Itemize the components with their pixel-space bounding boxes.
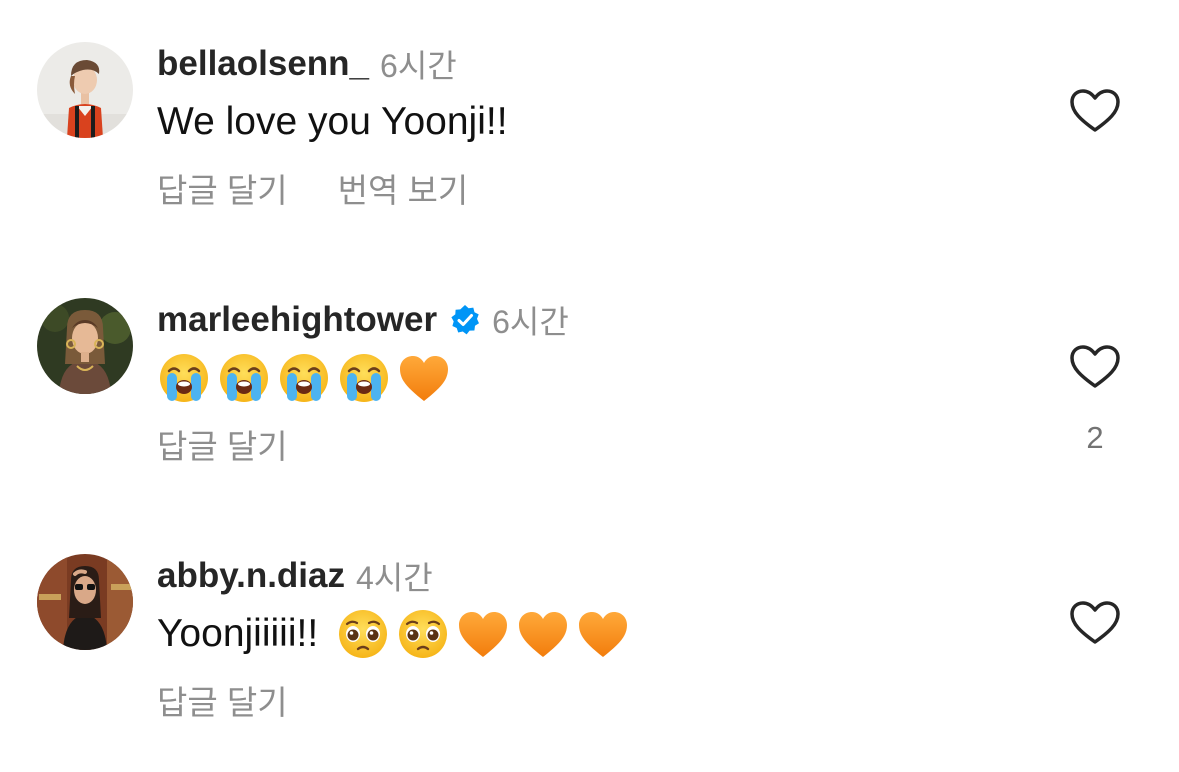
loudly-crying-face-icon: [337, 351, 391, 405]
avatar[interactable]: [37, 554, 133, 650]
heart-icon[interactable]: [1069, 88, 1121, 134]
orange-heart-icon: [516, 607, 570, 661]
loudly-crying-face-icon: [157, 351, 211, 405]
reply-button[interactable]: 답글 달기: [157, 676, 288, 724]
orange-heart-icon: [576, 607, 630, 661]
username[interactable]: abby.n.diaz: [157, 556, 345, 596]
pleading-face-icon: [396, 607, 450, 661]
pleading-face-icon: [336, 607, 390, 661]
comment-time: 4시간: [356, 560, 433, 596]
reply-button[interactable]: 답글 달기: [157, 164, 288, 212]
reply-button[interactable]: 답글 달기: [157, 420, 288, 468]
username[interactable]: bellaolsenn_: [157, 44, 369, 84]
verified-badge-icon: [449, 304, 481, 336]
comment-time: 6시간: [380, 48, 457, 84]
username[interactable]: marleehightower: [157, 300, 437, 340]
orange-heart-icon: [397, 351, 451, 405]
loudly-crying-face-icon: [277, 351, 331, 405]
heart-icon[interactable]: [1069, 344, 1121, 390]
avatar[interactable]: [37, 42, 133, 138]
like-count[interactable]: 2: [1069, 420, 1121, 456]
orange-heart-icon: [456, 607, 510, 661]
loudly-crying-face-icon: [217, 351, 271, 405]
comment-text: We love you Yoonji!!: [157, 100, 508, 143]
see-translation-button[interactable]: 번역 보기: [338, 164, 469, 212]
comment-item: abby.n.diaz 4시간 Yoonjiiiii!! 답글 달기: [0, 512, 1179, 768]
heart-icon[interactable]: [1069, 600, 1121, 646]
comment-item: marleehightower 6시간 답글 달기 2: [0, 256, 1179, 512]
comment-time: 6시간: [492, 304, 569, 340]
avatar[interactable]: [37, 298, 133, 394]
comment-item: bellaolsenn_ 6시간 We love you Yoonji!! 답글…: [0, 0, 1179, 256]
comment-text: Yoonjiiiii!!: [157, 612, 319, 655]
